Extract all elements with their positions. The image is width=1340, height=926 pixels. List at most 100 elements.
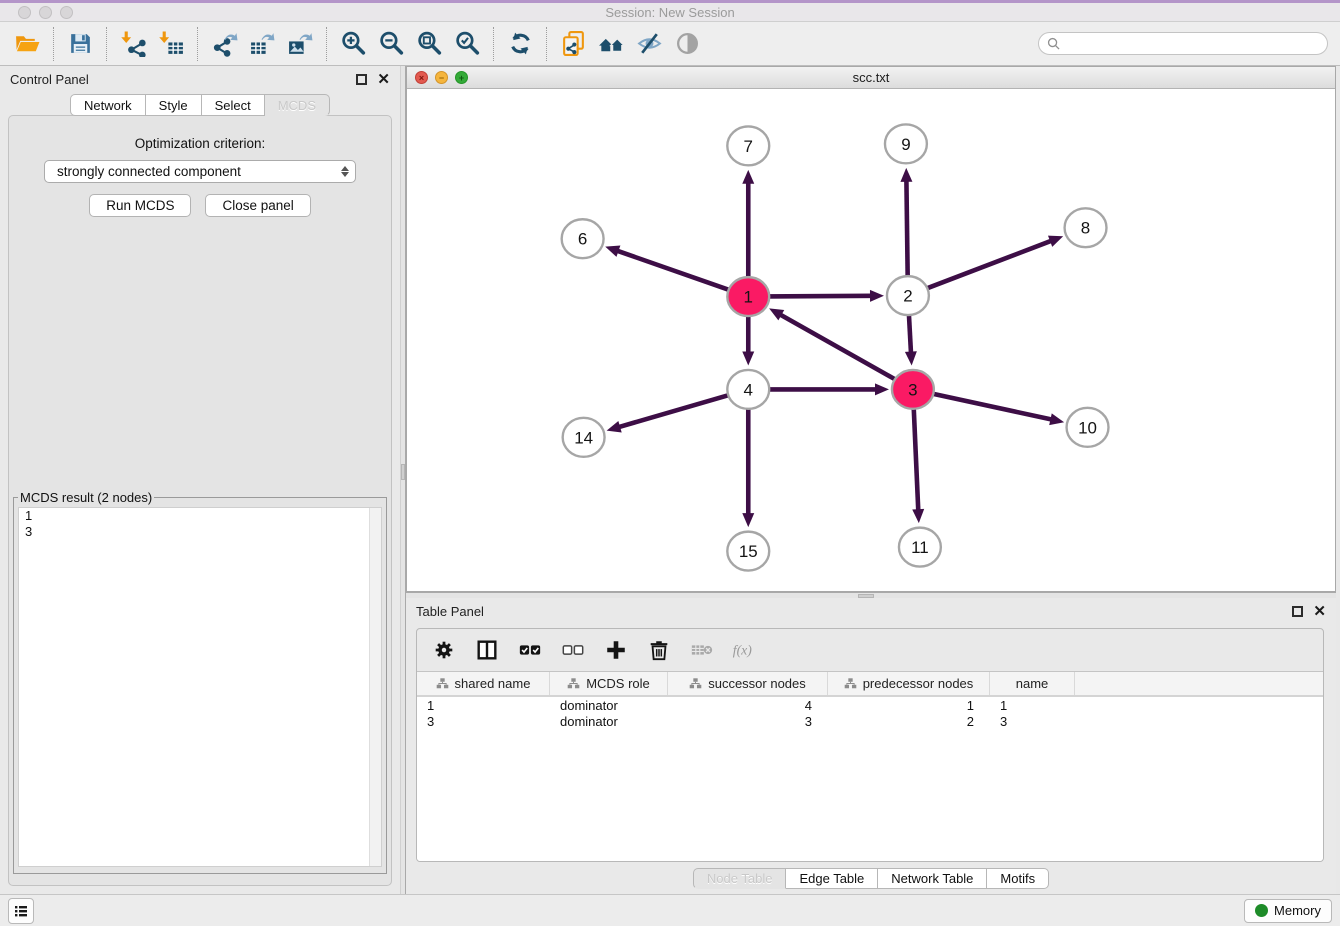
tab-select[interactable]: Select — [202, 94, 265, 116]
control-panel-title: Control Panel — [10, 72, 89, 87]
table-row[interactable]: 1dominator411 — [417, 697, 1323, 713]
graph-node-2[interactable]: 2 — [887, 276, 929, 315]
run-mcds-button[interactable]: Run MCDS — [89, 194, 191, 217]
zoom-out-button[interactable] — [372, 26, 410, 62]
network-window-titlebar: × − + scc.txt — [407, 67, 1335, 89]
table-toolbar: f(x) — [417, 629, 1323, 671]
open-session-button[interactable] — [8, 26, 46, 62]
first-neighbors-button[interactable] — [592, 26, 630, 62]
minimize-window-button[interactable] — [39, 6, 52, 19]
import-network-button[interactable] — [114, 26, 152, 62]
apply-layout-button[interactable] — [501, 26, 539, 62]
graph-node-4[interactable]: 4 — [727, 370, 769, 409]
export-table-button[interactable] — [243, 26, 281, 62]
graph-node-9[interactable]: 9 — [885, 124, 927, 163]
splitter-grip[interactable] — [401, 464, 405, 480]
network-maximize-button[interactable]: + — [455, 71, 468, 84]
table-options-button[interactable] — [431, 637, 457, 663]
splitter-grip[interactable] — [858, 594, 874, 598]
export-image-button[interactable] — [281, 26, 319, 62]
import-table-button[interactable] — [152, 26, 190, 62]
table-panel-title: Table Panel — [416, 604, 484, 619]
network-close-button[interactable]: × — [415, 71, 428, 84]
horizontal-splitter[interactable] — [406, 592, 1336, 598]
select-all-rows-button[interactable] — [517, 637, 543, 663]
window-title: Session: New Session — [0, 5, 1340, 20]
edge-1-2[interactable] — [766, 296, 873, 297]
column-header-label: name — [1016, 676, 1049, 691]
edge-3-1[interactable] — [779, 314, 898, 381]
hide-selected-button[interactable] — [630, 26, 668, 62]
edge-2-9[interactable] — [906, 179, 907, 278]
edge-3-11[interactable] — [914, 407, 919, 512]
show-column-selector-button[interactable] — [474, 637, 500, 663]
maximize-window-button[interactable] — [60, 6, 73, 19]
vertical-splitter[interactable] — [400, 66, 406, 894]
graph-node-11[interactable]: 11 — [899, 528, 941, 567]
tab-mcds[interactable]: MCDS — [265, 94, 330, 116]
control-panel-close-icon[interactable]: ✕ — [377, 74, 390, 85]
graph-node-15[interactable]: 15 — [727, 532, 769, 571]
optimization-select[interactable]: strongly connected component — [44, 160, 356, 183]
edge-2-3[interactable] — [909, 314, 911, 355]
search-input[interactable] — [1065, 36, 1319, 51]
deselect-all-rows-button[interactable] — [560, 637, 586, 663]
network-minimize-button[interactable]: − — [435, 71, 448, 84]
tab-node-table[interactable]: Node Table — [693, 868, 787, 889]
edge-2-8[interactable] — [925, 240, 1053, 289]
edge-3-10[interactable] — [930, 393, 1053, 420]
memory-button[interactable]: Memory — [1244, 899, 1332, 923]
column-header-predecessor-nodes[interactable]: predecessor nodes — [828, 672, 990, 695]
close-window-button[interactable] — [18, 6, 31, 19]
table-panel-close-icon[interactable]: ✕ — [1313, 606, 1326, 617]
tab-network[interactable]: Network — [70, 94, 146, 116]
import-network-icon — [120, 30, 147, 57]
graph-node-1[interactable]: 1 — [727, 277, 769, 316]
tab-network-table[interactable]: Network Table — [878, 868, 987, 889]
control-panel-float-icon[interactable] — [356, 74, 367, 85]
export-network-button[interactable] — [205, 26, 243, 62]
edge-1-6[interactable] — [616, 250, 732, 290]
column-header-successor-nodes[interactable]: successor nodes — [668, 672, 828, 695]
control-panel: Control Panel ✕ NetworkStyleSelectMCDS O… — [0, 66, 400, 894]
import-table-icon — [158, 30, 185, 57]
result-scrollbar[interactable] — [369, 508, 381, 866]
zoom-in-button[interactable] — [334, 26, 372, 62]
search-icon — [1047, 37, 1060, 50]
arrowhead-icon — [605, 246, 620, 257]
column-header-name[interactable]: name — [990, 672, 1075, 695]
tab-edge-table[interactable]: Edge Table — [786, 868, 878, 889]
panel-menu-button[interactable] — [8, 898, 34, 924]
toolbar-separator — [106, 27, 107, 61]
zoom-fit-button[interactable] — [410, 26, 448, 62]
search-box[interactable] — [1038, 32, 1328, 55]
graph-node-10[interactable]: 10 — [1067, 408, 1109, 447]
column-header-shared-name[interactable]: shared name — [417, 672, 550, 695]
edge-4-14[interactable] — [617, 394, 731, 427]
fx-icon: f(x) — [732, 638, 758, 662]
tab-motifs[interactable]: Motifs — [987, 868, 1049, 889]
tab-style[interactable]: Style — [146, 94, 202, 116]
table-row[interactable]: 3dominator323 — [417, 713, 1323, 729]
delete-columns-button[interactable] — [646, 637, 672, 663]
graph-node-3[interactable]: 3 — [892, 370, 934, 409]
graph-node-6[interactable]: 6 — [562, 219, 604, 258]
mcds-tab-panel: Optimization criterion: strongly connect… — [8, 115, 392, 886]
network-canvas[interactable]: 7 9 6 8 1 2 4 3 14 10 15 11 — [407, 89, 1335, 591]
clone-network-button[interactable] — [554, 26, 592, 62]
table-panel-float-icon[interactable] — [1292, 606, 1303, 617]
graph-node-8[interactable]: 8 — [1065, 208, 1107, 247]
column-header-MCDS-role[interactable]: MCDS role — [550, 672, 668, 695]
cell-successor-nodes: 3 — [668, 714, 828, 729]
create-new-column-button[interactable] — [603, 637, 629, 663]
arrowhead-icon — [870, 290, 884, 302]
arrowhead-icon — [900, 168, 912, 182]
graph-node-7[interactable]: 7 — [727, 126, 769, 165]
node-label: 7 — [744, 137, 753, 156]
optimization-select-value: strongly connected component — [57, 164, 341, 179]
zoom-selected-button[interactable] — [448, 26, 486, 62]
column-header-label: predecessor nodes — [863, 676, 974, 691]
close-panel-button[interactable]: Close panel — [205, 194, 310, 217]
save-session-button[interactable] — [61, 26, 99, 62]
graph-node-14[interactable]: 14 — [563, 418, 605, 457]
